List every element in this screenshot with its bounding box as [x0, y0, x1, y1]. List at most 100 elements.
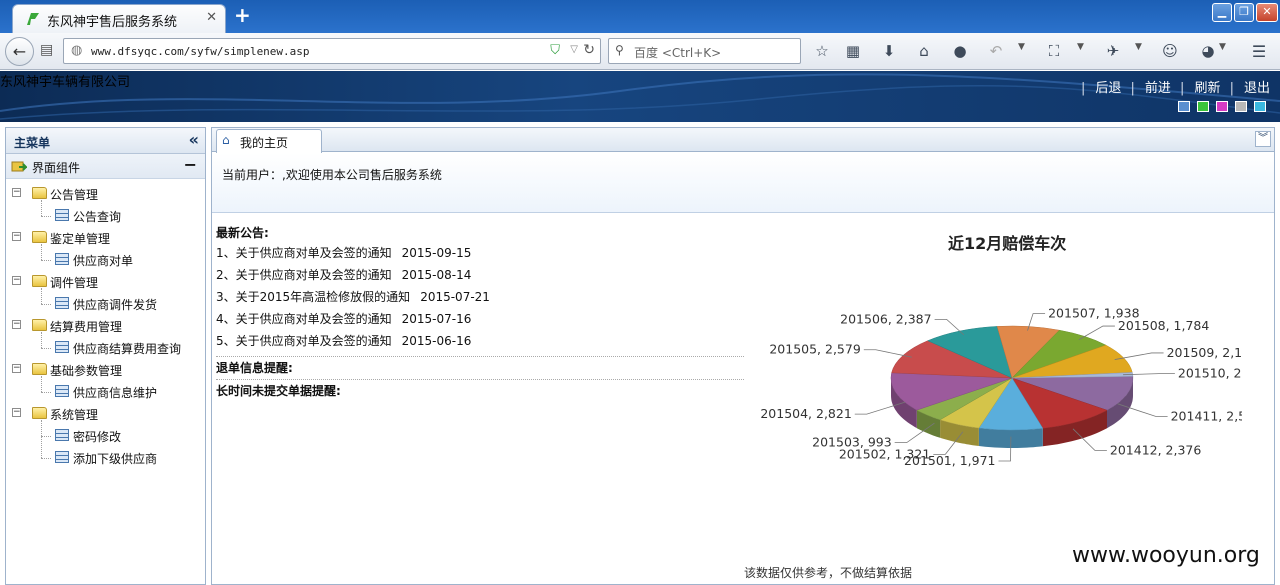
tree-connector	[41, 392, 51, 393]
notice-item[interactable]: 3、关于2015年高温检修放假的通知 2015-07-21	[216, 286, 744, 308]
chat-icon[interactable]: ●	[950, 42, 970, 60]
reload-icon[interactable]: ↻	[583, 42, 595, 58]
reading-list-icon[interactable]: ▦	[843, 42, 863, 60]
menu-folder[interactable]: − 基础参数管理	[6, 359, 204, 381]
tree-collapse-icon[interactable]: −	[12, 188, 21, 197]
close-tab-icon[interactable]: ✕	[206, 10, 217, 25]
browser-tab-bar: 东风神宇售后服务系统 ✕ + ▁ ❐ ✕	[0, 0, 1280, 33]
notice-date: 2015-07-16	[401, 312, 472, 326]
chevron-down-icon[interactable]: ▼	[1077, 42, 1084, 52]
notice-title[interactable]: 1、关于供应商对单及会签的通知	[216, 246, 392, 260]
tree-collapse-icon[interactable]: −	[12, 408, 21, 417]
refresh-link[interactable]: 刷新	[1194, 81, 1220, 96]
forward-link[interactable]: 前进	[1145, 81, 1171, 96]
url-text[interactable]: www.dfsyqc.com/syfw/simplenew.asp	[91, 45, 310, 58]
notice-title[interactable]: 2、关于供应商对单及会签的通知	[216, 268, 392, 282]
smiley-icon[interactable]: ☺	[1160, 42, 1180, 60]
table-page-icon	[55, 451, 69, 463]
tree-connector	[41, 260, 51, 261]
new-tab-button[interactable]: +	[234, 5, 251, 25]
tree-collapse-icon[interactable]: −	[12, 232, 21, 241]
chevron-down-icon[interactable]: ▼	[1219, 42, 1226, 52]
tree-connector	[41, 288, 42, 304]
menu-item[interactable]: 密码修改	[6, 425, 204, 447]
tab-groups-icon[interactable]: ▤	[40, 42, 53, 58]
notice-title[interactable]: 3、关于2015年高温检修放假的通知	[216, 290, 410, 304]
logout-link[interactable]: 退出	[1244, 81, 1270, 96]
main-menu-sidebar: 主菜单 « 界面组件 − − 公告管理 公告查询 − 鉴定单管理 供应商对单 − 调件管理 供应…	[5, 127, 206, 585]
menu-folder[interactable]: − 鉴定单管理	[6, 227, 204, 249]
tree-connector	[41, 458, 51, 459]
notice-item[interactable]: 5、关于供应商对单及会签的通知 2015-06-16	[216, 330, 744, 352]
skin-icon[interactable]: ◕	[1198, 42, 1218, 60]
crop-icon[interactable]: ⛶	[1044, 42, 1064, 60]
window-minimize-button[interactable]: ▁	[1212, 3, 1232, 22]
tree-collapse-icon[interactable]: −	[12, 364, 21, 373]
browser-tab[interactable]: 东风神宇售后服务系统 ✕	[12, 4, 226, 33]
tree-connector	[41, 420, 42, 458]
chevron-down-icon[interactable]: ▼	[1018, 42, 1025, 52]
search-icon: ⚲	[615, 43, 624, 57]
menu-group-header[interactable]: 界面组件 −	[6, 154, 205, 179]
theme-swatch-gray[interactable]	[1235, 101, 1247, 112]
menu-item[interactable]: 供应商信息维护	[6, 381, 204, 403]
back-link[interactable]: 后退	[1095, 81, 1121, 96]
notice-title[interactable]: 5、关于供应商对单及会签的通知	[216, 334, 392, 348]
theme-swatch-pink[interactable]	[1216, 101, 1228, 112]
menu-folder-label: 基础参数管理	[50, 364, 123, 378]
home-icon[interactable]: ⌂	[914, 42, 934, 60]
menu-item[interactable]: 供应商调件发货	[6, 293, 204, 315]
menu-folder-label: 公告管理	[50, 188, 99, 202]
extension-bug-icon[interactable]: ✈	[1103, 42, 1123, 60]
menu-item[interactable]: 供应商对单	[6, 249, 204, 271]
menu-folder[interactable]: − 结算费用管理	[6, 315, 204, 337]
sidebar-header: 主菜单 «	[6, 128, 205, 154]
menu-item-label: 供应商结算费用查询	[73, 342, 182, 356]
chevron-down-icon[interactable]: ▽	[570, 44, 578, 55]
menu-item[interactable]: 公告查询	[6, 205, 204, 227]
download-icon[interactable]: ⬇	[879, 42, 899, 60]
latest-notice-title: 最新公告:	[216, 226, 269, 240]
notice-date: 2015-07-21	[420, 290, 490, 304]
back-arrow-icon[interactable]: ←	[5, 37, 34, 66]
search-input[interactable]: 百度 <Ctrl+K>	[634, 44, 721, 61]
return-reminder-title: 退单信息提醒:	[216, 361, 293, 375]
menu-folder[interactable]: − 调件管理	[6, 271, 204, 293]
shield-icon[interactable]: ⛉	[550, 43, 560, 58]
welcome-text: 当前用户：,欢迎使用本公司售后服务系统	[222, 168, 442, 182]
address-bar[interactable]: ◍ www.dfsyqc.com/syfw/simplenew.asp ⛉ ▽ …	[63, 38, 601, 64]
notice-title[interactable]: 4、关于供应商对单及会签的通知	[216, 312, 392, 326]
pie-label: 201509, 2,124	[1167, 345, 1242, 360]
tab-home[interactable]: ⌂ 我的主页	[216, 129, 322, 153]
tree-connector	[41, 216, 51, 217]
undo-icon[interactable]: ↶	[986, 42, 1006, 60]
theme-swatch-cyan[interactable]	[1254, 101, 1266, 112]
window-close-button[interactable]: ✕	[1256, 3, 1278, 22]
pie-label: 201506, 2,387	[840, 311, 931, 326]
menu-folder[interactable]: − 公告管理	[6, 183, 204, 205]
menu-folder[interactable]: − 系统管理	[6, 403, 204, 425]
tree-connector	[41, 244, 42, 260]
table-page-icon	[55, 253, 69, 265]
tab-list-chevron-icon[interactable]: ︾	[1255, 131, 1271, 147]
notice-item[interactable]: 1、关于供应商对单及会签的通知 2015-09-15	[216, 242, 744, 264]
notice-item[interactable]: 2、关于供应商对单及会签的通知 2015-08-14	[216, 264, 744, 286]
notice-date: 2015-06-16	[401, 334, 472, 348]
collapse-group-icon[interactable]: −	[184, 155, 197, 174]
watermark: www.wooyun.org	[1072, 543, 1260, 568]
chart-title: 近12月赔偿车次	[948, 234, 1067, 253]
theme-swatch-blue[interactable]	[1178, 101, 1190, 112]
bookmark-star-icon[interactable]: ☆	[812, 42, 832, 60]
home-icon: ⌂	[222, 133, 230, 147]
search-box[interactable]: ⚲ 百度 <Ctrl+K>	[608, 38, 801, 64]
menu-item[interactable]: 供应商结算费用查询	[6, 337, 204, 359]
theme-swatch-green[interactable]	[1197, 101, 1209, 112]
tree-collapse-icon[interactable]: −	[12, 320, 21, 329]
collapse-sidebar-icon[interactable]: «	[189, 130, 199, 149]
chevron-down-icon[interactable]: ▼	[1135, 42, 1142, 52]
tree-collapse-icon[interactable]: −	[12, 276, 21, 285]
notice-item[interactable]: 4、关于供应商对单及会签的通知 2015-07-16	[216, 308, 744, 330]
window-maximize-button[interactable]: ❐	[1234, 3, 1254, 22]
menu-hamburger-icon[interactable]: ☰	[1249, 42, 1269, 61]
menu-item[interactable]: 添加下级供应商	[6, 447, 204, 469]
